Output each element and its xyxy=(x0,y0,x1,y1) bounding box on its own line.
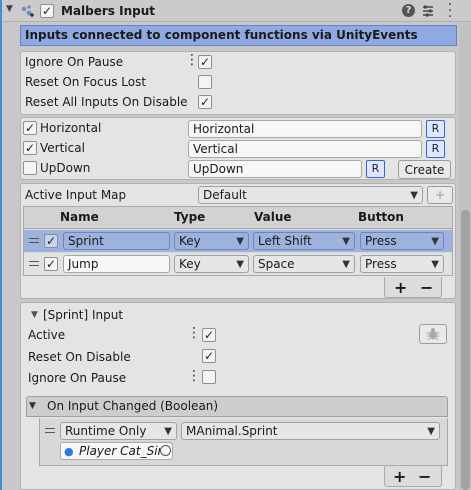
column-header-name: Name xyxy=(60,210,99,224)
add-input-map-button[interactable]: + xyxy=(427,186,453,204)
component-title: Malbers Input xyxy=(61,4,155,18)
chevron-down-icon: ▼ xyxy=(431,259,439,270)
chevron-down-icon: ▼ xyxy=(164,426,172,437)
axis-vertical-r-button[interactable]: R xyxy=(426,140,445,158)
runtime-dropdown[interactable]: Runtime Only ▼ xyxy=(60,422,177,440)
axis-updown-field[interactable]: UpDown xyxy=(188,160,362,178)
sprint-value-dropdown[interactable]: Left Shift ▼ xyxy=(253,232,355,250)
chevron-down-icon: ▼ xyxy=(236,236,244,247)
add-row-button[interactable]: + xyxy=(394,278,407,297)
sprint-type-dropdown[interactable]: Key ▼ xyxy=(174,232,249,250)
chevron-down-icon: ▼ xyxy=(410,190,418,201)
active-input-map-dropdown[interactable]: Default ▼ xyxy=(198,186,423,204)
column-header-value: Value xyxy=(254,210,292,224)
listener-drag-handle-icon[interactable] xyxy=(45,428,55,433)
banner-text: Inputs connected to component functions … xyxy=(25,28,418,42)
reset-on-disable-label: Reset On Disable xyxy=(28,350,131,364)
chevron-down-icon: ▼ xyxy=(431,236,439,247)
component-enabled-checkbox[interactable]: ✓ xyxy=(40,4,54,18)
column-header-button: Button xyxy=(358,210,404,224)
active-input-map-label: Active Input Map xyxy=(25,188,127,202)
jump-name-field[interactable]: Jump xyxy=(63,255,170,273)
active-checkbox[interactable]: ✓ xyxy=(202,328,216,342)
ignore-on-pause-label: Ignore On Pause xyxy=(25,55,124,69)
remove-row-button[interactable]: − xyxy=(420,278,433,297)
foldout-arrow[interactable]: ▼ xyxy=(6,4,13,14)
jump-enabled-checkbox[interactable]: ✓ xyxy=(44,257,58,271)
scrollbar-thumb[interactable] xyxy=(461,210,470,490)
jump-button-dropdown[interactable]: Press ▼ xyxy=(360,255,444,273)
runtime-value: Runtime Only xyxy=(65,424,147,438)
drag-handle-icon[interactable] xyxy=(29,261,39,266)
event-foldout-arrow[interactable]: ▼ xyxy=(29,401,36,411)
component-accent xyxy=(0,0,2,490)
add-listener-button[interactable]: + xyxy=(393,467,406,486)
axis-updown-label: UpDown xyxy=(40,161,91,175)
detail-title: [Sprint] Input xyxy=(43,308,124,322)
drag-handle-icon[interactable] xyxy=(29,238,39,243)
jump-type-dropdown[interactable]: Key ▼ xyxy=(174,255,249,273)
reset-on-disable-checkbox[interactable]: ✓ xyxy=(202,349,216,363)
axis-horizontal-field[interactable]: Horizontal xyxy=(188,120,422,138)
axis-updown-checkbox[interactable] xyxy=(23,161,37,175)
sprint-name-field[interactable]: Sprint xyxy=(63,232,170,250)
active-input-map-value: Default xyxy=(203,188,247,202)
jump-value-dropdown[interactable]: Space ▼ xyxy=(253,255,355,273)
target-object-value: Player Cat_Sin xyxy=(79,444,166,458)
sprint-button-value: Press xyxy=(365,234,397,248)
remove-listener-button[interactable]: − xyxy=(418,467,431,486)
chevron-down-icon: ▼ xyxy=(236,259,244,270)
active-label: Active xyxy=(28,328,66,342)
axis-horizontal-checkbox[interactable]: ✓ xyxy=(23,121,37,135)
detail-ignore-on-pause-checkbox[interactable] xyxy=(202,370,216,384)
info-banner: Inputs connected to component functions … xyxy=(20,25,457,46)
target-object-field[interactable]: ● Player Cat_Sin xyxy=(60,442,173,460)
axis-vertical-checkbox[interactable]: ✓ xyxy=(23,141,37,155)
help-icon[interactable]: ? xyxy=(402,4,415,17)
object-picker-icon[interactable] xyxy=(160,445,171,456)
axis-horizontal-label: Horizontal xyxy=(40,121,102,135)
sprint-enabled-checkbox[interactable]: ✓ xyxy=(44,234,58,248)
event-title: On Input Changed (Boolean) xyxy=(47,399,219,413)
detail-foldout-arrow[interactable]: ▼ xyxy=(31,310,38,320)
reset-all-inputs-label: Reset All Inputs On Disable xyxy=(25,95,188,109)
paw-icon: ● xyxy=(64,445,74,458)
bug-icon xyxy=(427,328,439,340)
debug-bug-button[interactable] xyxy=(419,324,447,344)
sprint-button-dropdown[interactable]: Press ▼ xyxy=(360,232,444,250)
column-header-type: Type xyxy=(174,210,206,224)
axis-horizontal-r-button[interactable]: R xyxy=(426,120,445,138)
component-header: ▼ ✓ Malbers Input ? · · · xyxy=(0,0,471,24)
preset-icon[interactable] xyxy=(421,4,435,18)
jump-value-value: Space xyxy=(258,257,295,271)
active-menu-icon[interactable]: ⋮ xyxy=(187,326,201,340)
script-icon xyxy=(20,4,34,18)
chevron-down-icon: ▼ xyxy=(342,236,350,247)
function-value: MAnimal.Sprint xyxy=(186,424,278,438)
axis-vertical-label: Vertical xyxy=(40,141,85,155)
reset-on-focus-lost-checkbox[interactable] xyxy=(198,75,212,89)
axis-updown-r-button[interactable]: R xyxy=(366,160,385,178)
ignore-on-pause-checkbox[interactable]: ✓ xyxy=(198,55,212,69)
reset-all-inputs-checkbox[interactable]: ✓ xyxy=(198,95,212,109)
more-vert-icon[interactable]: · · · xyxy=(446,0,454,24)
chevron-down-icon: ▼ xyxy=(342,259,350,270)
reset-on-focus-lost-label: Reset On Focus Lost xyxy=(25,75,147,89)
sprint-type-value: Key xyxy=(179,234,201,248)
jump-button-value: Press xyxy=(365,257,397,271)
create-button[interactable]: Create xyxy=(398,160,451,179)
axis-vertical-field[interactable]: Vertical xyxy=(188,140,422,158)
jump-type-value: Key xyxy=(179,257,201,271)
sprint-value-value: Left Shift xyxy=(258,234,312,248)
function-dropdown[interactable]: MAnimal.Sprint ▼ xyxy=(181,422,440,440)
detail-ignore-on-pause-menu-icon[interactable]: ⋮ xyxy=(187,369,201,383)
chevron-down-icon: ▼ xyxy=(427,426,435,437)
detail-ignore-on-pause-label: Ignore On Pause xyxy=(28,371,127,385)
ignore-on-pause-menu-icon[interactable]: ⋮ xyxy=(185,53,199,67)
